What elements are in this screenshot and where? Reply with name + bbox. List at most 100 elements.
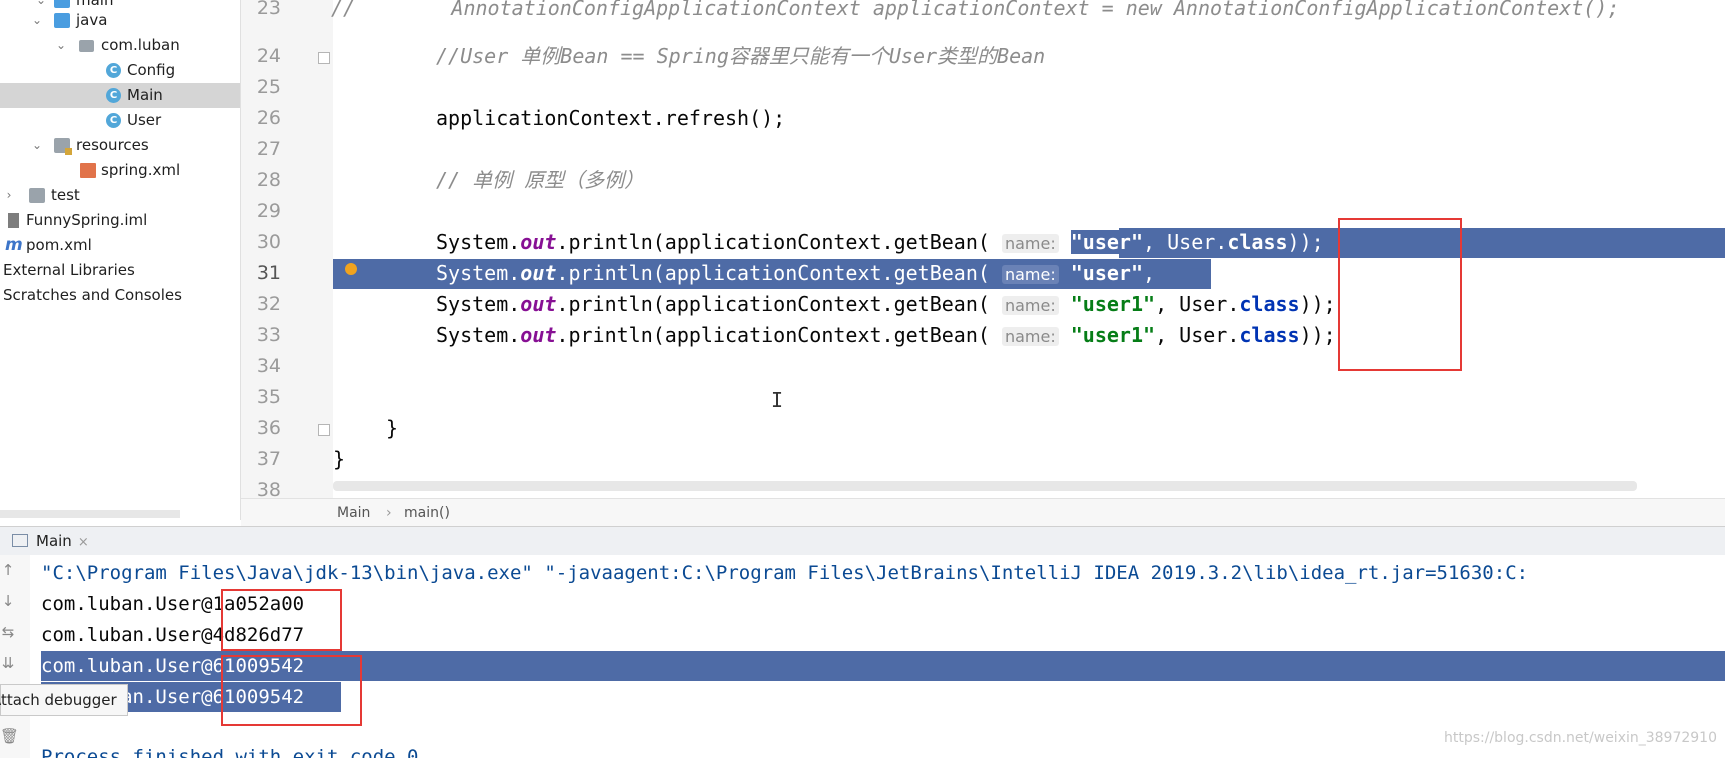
tree-item-label: Main bbox=[127, 86, 163, 104]
chevron-down-icon[interactable]: ⌄ bbox=[54, 33, 68, 58]
editor-horizontal-scrollbar[interactable] bbox=[333, 481, 1637, 491]
line-number: 24 bbox=[256, 45, 281, 67]
code-text: } bbox=[386, 416, 399, 440]
parameter-hint: name: bbox=[1001, 327, 1059, 346]
code-line: 28 // 单例 原型（多例） bbox=[241, 165, 1725, 196]
fold-marker-icon[interactable] bbox=[318, 52, 330, 64]
chevron-down-icon[interactable]: ⌄ bbox=[30, 133, 44, 158]
arrow-up-icon[interactable]: ↑ bbox=[0, 561, 16, 579]
run-tool-window-header: Main × bbox=[0, 526, 1725, 556]
code-line: 24 //User 单例Bean == Spring容器里只能有一个User类型… bbox=[241, 41, 1725, 72]
chevron-down-icon[interactable]: ⌄ bbox=[30, 8, 44, 33]
tree-item-external-libraries[interactable]: External Libraries bbox=[0, 258, 240, 283]
chevron-right-icon[interactable]: › bbox=[2, 183, 16, 208]
xml-file-icon bbox=[80, 163, 96, 178]
code-line: 37 } bbox=[241, 444, 1725, 475]
soft-wrap-icon[interactable]: ⇆ bbox=[0, 623, 16, 641]
code-editor[interactable]: 23 // AnnotationConfigApplicationContext… bbox=[241, 0, 1725, 498]
code-text: User.class)); bbox=[1441, 261, 1598, 285]
tree-item-label: com.luban bbox=[101, 36, 180, 54]
code-text: //User 单例Bean == Spring容器里只能有一个User类型的Be… bbox=[436, 44, 1046, 68]
console-output[interactable]: ↑ ↓ ⇆ ⇊ 🗑 "C:\Program Files\Java\jdk-13\… bbox=[0, 555, 1725, 758]
code-line-selected: 31 System.out.println(applicationContext… bbox=[241, 258, 1725, 289]
tree-item-label: Config bbox=[127, 61, 176, 79]
tree-item-label: spring.xml bbox=[101, 161, 181, 179]
breakpoint-icon[interactable] bbox=[345, 263, 357, 275]
tree-item-test[interactable]: › test bbox=[0, 183, 240, 208]
maven-icon: m bbox=[5, 235, 23, 255]
annotation-box bbox=[1338, 218, 1462, 371]
code-text: } bbox=[333, 447, 346, 471]
line-number: 23 bbox=[256, 0, 281, 19]
line-number: 29 bbox=[256, 200, 281, 222]
attach-debugger-tooltip: Attach debugger bbox=[0, 684, 128, 716]
tree-scrollbar[interactable] bbox=[0, 510, 180, 518]
line-number: 32 bbox=[256, 293, 281, 315]
tree-item-scratches[interactable]: Scratches and Consoles bbox=[0, 283, 240, 308]
tree-item-label: Scratches and Consoles bbox=[3, 286, 182, 304]
package-icon bbox=[79, 40, 94, 52]
code-line: 35 bbox=[241, 382, 1725, 413]
code-text: System.out.println(applicationContext.ge… bbox=[436, 323, 1336, 347]
line-number: 26 bbox=[256, 107, 281, 129]
tree-item-label: User bbox=[127, 111, 162, 129]
line-number: 34 bbox=[256, 355, 281, 377]
code-text: System.out.println(applicationContext.ge… bbox=[436, 230, 1324, 254]
line-number: 33 bbox=[256, 324, 281, 346]
parameter-hint: name: bbox=[1001, 296, 1059, 315]
scroll-to-end-icon[interactable]: ⇊ bbox=[0, 654, 16, 672]
code-line: 30 System.out.println(applicationContext… bbox=[241, 227, 1725, 258]
close-icon[interactable]: × bbox=[78, 535, 89, 550]
parameter-hint: name: bbox=[1001, 234, 1059, 253]
tree-item-java[interactable]: ⌄ java bbox=[0, 8, 240, 33]
code-line: 26 applicationContext.refresh(); bbox=[241, 103, 1725, 134]
code-line: 27 bbox=[241, 134, 1725, 165]
line-number: 38 bbox=[256, 479, 281, 498]
tree-item-label: FunnySpring.iml bbox=[26, 211, 148, 229]
tab-label: Main bbox=[36, 532, 72, 550]
fold-marker-icon[interactable] bbox=[318, 424, 330, 436]
breadcrumb-method[interactable]: main() bbox=[404, 499, 450, 527]
annotation-box bbox=[221, 655, 362, 726]
code-line: 34 bbox=[241, 351, 1725, 382]
breadcrumb: Main › main() bbox=[241, 498, 1725, 527]
arrow-down-icon[interactable]: ↓ bbox=[0, 592, 16, 610]
code-line: 23 // AnnotationConfigApplicationContext… bbox=[241, 0, 1725, 24]
code-line: 33 System.out.println(applicationContext… bbox=[241, 320, 1725, 351]
breadcrumb-separator: › bbox=[386, 505, 392, 521]
project-tree: ⌄ main ⌄ java ⌄ com.luban C Config C Mai… bbox=[0, 0, 241, 520]
code-line: 25 bbox=[241, 72, 1725, 103]
tree-item-pom[interactable]: m pom.xml bbox=[0, 233, 240, 258]
tree-item-label: test bbox=[51, 186, 80, 204]
folder-icon bbox=[54, 0, 70, 8]
code-line: 29 bbox=[241, 196, 1725, 227]
tree-item-main-class[interactable]: C Main bbox=[0, 83, 240, 108]
class-icon: C bbox=[106, 88, 121, 103]
tree-item-resources[interactable]: ⌄ resources bbox=[0, 133, 240, 158]
tree-item-user[interactable]: C User bbox=[0, 108, 240, 133]
tree-item-label: resources bbox=[76, 136, 149, 154]
code-text: // 单例 原型（多例） bbox=[436, 168, 645, 192]
class-icon: C bbox=[106, 113, 121, 128]
tree-item-spring-xml[interactable]: spring.xml bbox=[0, 158, 240, 183]
line-number: 25 bbox=[256, 76, 281, 98]
code-text: // AnnotationConfigApplicationContext ap… bbox=[331, 0, 1620, 20]
tree-item-config[interactable]: C Config bbox=[0, 58, 240, 83]
console-icon bbox=[12, 534, 28, 547]
tree-item-iml[interactable]: FunnySpring.iml bbox=[0, 208, 240, 233]
trash-icon[interactable]: 🗑 bbox=[0, 727, 19, 745]
tab-main-run[interactable]: Main × bbox=[12, 527, 89, 555]
code-text: System.out.println(applicationContext.ge… bbox=[436, 292, 1336, 316]
resources-folder-icon bbox=[54, 138, 72, 155]
console-toolbar: ↑ ↓ ⇆ ⇊ 🗑 bbox=[0, 555, 30, 758]
code-text: applicationContext.refresh(); bbox=[436, 106, 786, 130]
code-line: 32 System.out.println(applicationContext… bbox=[241, 289, 1725, 320]
line-number: 35 bbox=[256, 386, 281, 408]
line-number: 31 bbox=[256, 262, 281, 284]
source-folder-icon bbox=[54, 13, 70, 28]
tree-item-com-luban[interactable]: ⌄ com.luban bbox=[0, 33, 240, 58]
tree-item-label: pom.xml bbox=[26, 236, 92, 254]
breadcrumb-class[interactable]: Main bbox=[337, 499, 370, 527]
code-text: System.out.println(applicationContext.ge… bbox=[436, 261, 1168, 285]
class-icon: C bbox=[106, 63, 121, 78]
